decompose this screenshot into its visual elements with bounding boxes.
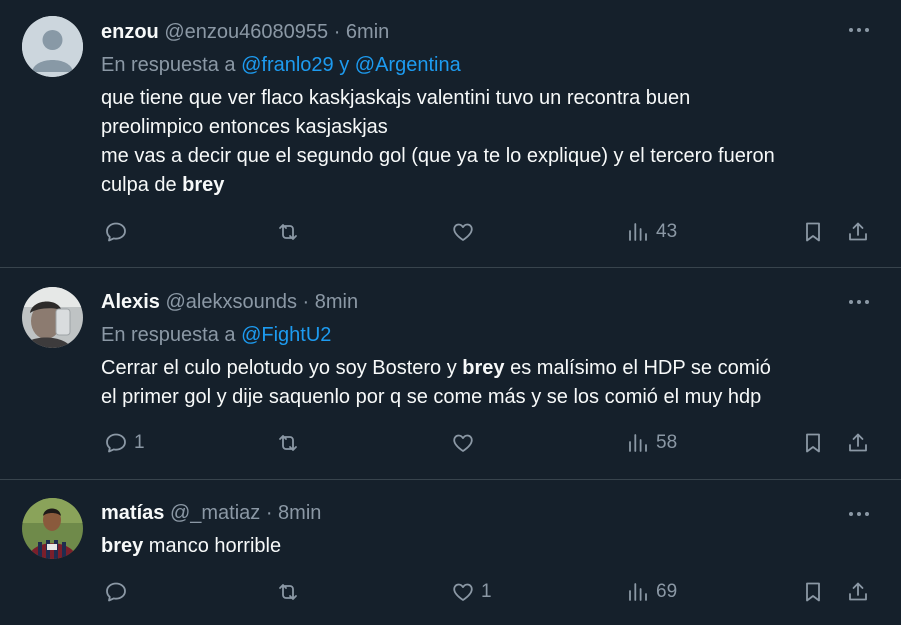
views-count: 58 xyxy=(656,432,678,453)
bookmark-icon xyxy=(806,222,820,242)
retweet-button[interactable] xyxy=(276,580,300,604)
tweet-header: matías @_matiaz · 8min xyxy=(101,500,321,526)
views-icon xyxy=(629,223,647,241)
reply-prefix: En respuesta a xyxy=(101,54,236,76)
share-icon xyxy=(849,433,867,452)
profile-photo-icon xyxy=(22,287,83,348)
views-button[interactable]: 43 xyxy=(626,220,677,244)
reply-prefix: En respuesta a xyxy=(101,324,236,346)
tweet-enzou[interactable]: enzou @enzou46080955 · 6min En respuesta… xyxy=(0,0,901,268)
more-horizontal-icon xyxy=(849,28,869,32)
tweet-matias[interactable]: matías @_matiaz · 8min brey manco horrib… xyxy=(0,480,901,625)
action-bar: 1 58 xyxy=(0,431,901,461)
more-horizontal-icon xyxy=(849,512,869,516)
tweet-line: Cerrar el culo pelotudo yo soy Bostero y… xyxy=(101,354,771,383)
handle[interactable]: @_matiaz xyxy=(170,502,260,524)
share-button[interactable] xyxy=(846,220,870,244)
tweet-text: Cerrar el culo pelotudo yo soy Bostero y… xyxy=(101,354,771,412)
like-icon xyxy=(453,434,473,452)
reply-context: En respuesta a @franlo29 y @Argentina xyxy=(101,52,461,78)
like-icon xyxy=(453,583,473,601)
more-button[interactable] xyxy=(847,292,871,312)
tweet-header: Alexis @alekxsounds · 8min xyxy=(101,289,358,315)
tweet-line: el primer gol y dije saquenlo por q se c… xyxy=(101,386,762,408)
bookmark-button[interactable] xyxy=(801,431,825,455)
retweet-icon xyxy=(279,435,297,451)
bookmark-icon xyxy=(806,582,820,602)
like-icon xyxy=(453,223,473,241)
display-name[interactable]: matías xyxy=(101,502,164,524)
handle[interactable]: @enzou46080955 xyxy=(164,21,328,43)
profile-photo-icon xyxy=(22,498,83,559)
tweet-header: enzou @enzou46080955 · 6min xyxy=(101,19,389,45)
bookmark-icon xyxy=(806,433,820,453)
reply-icon xyxy=(106,433,126,453)
more-horizontal-icon xyxy=(849,300,869,304)
avatar[interactable] xyxy=(22,498,83,559)
share-button[interactable] xyxy=(846,580,870,604)
reply-to-link[interactable]: @franlo29 y @Argentina xyxy=(241,54,461,76)
avatar[interactable] xyxy=(22,287,83,348)
bold-word: brey xyxy=(101,535,144,557)
like-button[interactable] xyxy=(451,431,481,455)
tweet-line: me vas a decir que el segundo gol (que y… xyxy=(101,145,775,167)
action-bar: 43 xyxy=(0,220,901,250)
more-button[interactable] xyxy=(847,20,871,40)
timestamp[interactable]: · 8min xyxy=(303,291,359,313)
display-name[interactable]: enzou xyxy=(101,21,159,43)
views-icon xyxy=(629,434,647,452)
tweet-text-fragment: Cerrar el culo pelotudo yo soy Bostero y xyxy=(101,357,463,379)
more-button[interactable] xyxy=(847,504,871,524)
retweet-button[interactable] xyxy=(276,431,300,455)
display-name[interactable]: Alexis xyxy=(101,291,160,313)
retweet-icon xyxy=(279,584,297,600)
reply-icon xyxy=(106,582,126,602)
handle[interactable]: @alekxsounds xyxy=(166,291,297,313)
reply-context: En respuesta a @FightU2 xyxy=(101,322,331,348)
action-bar: 1 69 xyxy=(0,580,901,610)
timestamp[interactable]: · 6min xyxy=(334,21,390,43)
default-avatar-icon xyxy=(22,16,83,77)
bookmark-button[interactable] xyxy=(801,580,825,604)
tweet-line: preolimpico entonces kasjaskjas xyxy=(101,116,388,138)
like-button[interactable]: 1 xyxy=(451,580,492,604)
share-icon xyxy=(849,222,867,241)
views-button[interactable]: 58 xyxy=(626,431,677,455)
tweet-alexis[interactable]: Alexis @alekxsounds · 8min En respuesta … xyxy=(0,268,901,480)
reply-to-link[interactable]: @FightU2 xyxy=(241,324,331,346)
tweet-text-fragment: manco horrible xyxy=(143,535,282,557)
views-count: 43 xyxy=(656,221,678,242)
tweet-line: culpa de brey xyxy=(101,171,775,200)
bookmark-button[interactable] xyxy=(801,220,825,244)
reply-button[interactable] xyxy=(104,220,134,244)
share-icon xyxy=(849,582,867,601)
reply-icon xyxy=(106,222,126,242)
avatar[interactable] xyxy=(22,16,83,77)
tweet-text-fragment: culpa de xyxy=(101,174,183,196)
tweet-line: que tiene que ver flaco kaskjaskajs vale… xyxy=(101,87,691,109)
like-button[interactable] xyxy=(451,220,481,244)
tweet-line: brey manco horrible xyxy=(101,532,281,561)
reply-button[interactable] xyxy=(104,580,134,604)
like-count: 1 xyxy=(481,581,492,602)
tweet-text: brey manco horrible xyxy=(101,532,281,561)
tweet-text-fragment: es malísimo el HDP se comió xyxy=(504,357,771,379)
retweet-icon xyxy=(279,224,297,240)
bold-word: brey xyxy=(462,357,505,379)
share-button[interactable] xyxy=(846,431,870,455)
reply-button[interactable]: 1 xyxy=(104,431,145,455)
tweet-text: que tiene que ver flaco kaskjaskajs vale… xyxy=(101,84,775,200)
bold-word: brey xyxy=(182,174,225,196)
views-icon xyxy=(629,583,647,601)
views-count: 69 xyxy=(656,581,678,602)
reply-count: 1 xyxy=(134,432,145,453)
timestamp[interactable]: · 8min xyxy=(266,502,322,524)
views-button[interactable]: 69 xyxy=(626,580,677,604)
retweet-button[interactable] xyxy=(276,220,300,244)
